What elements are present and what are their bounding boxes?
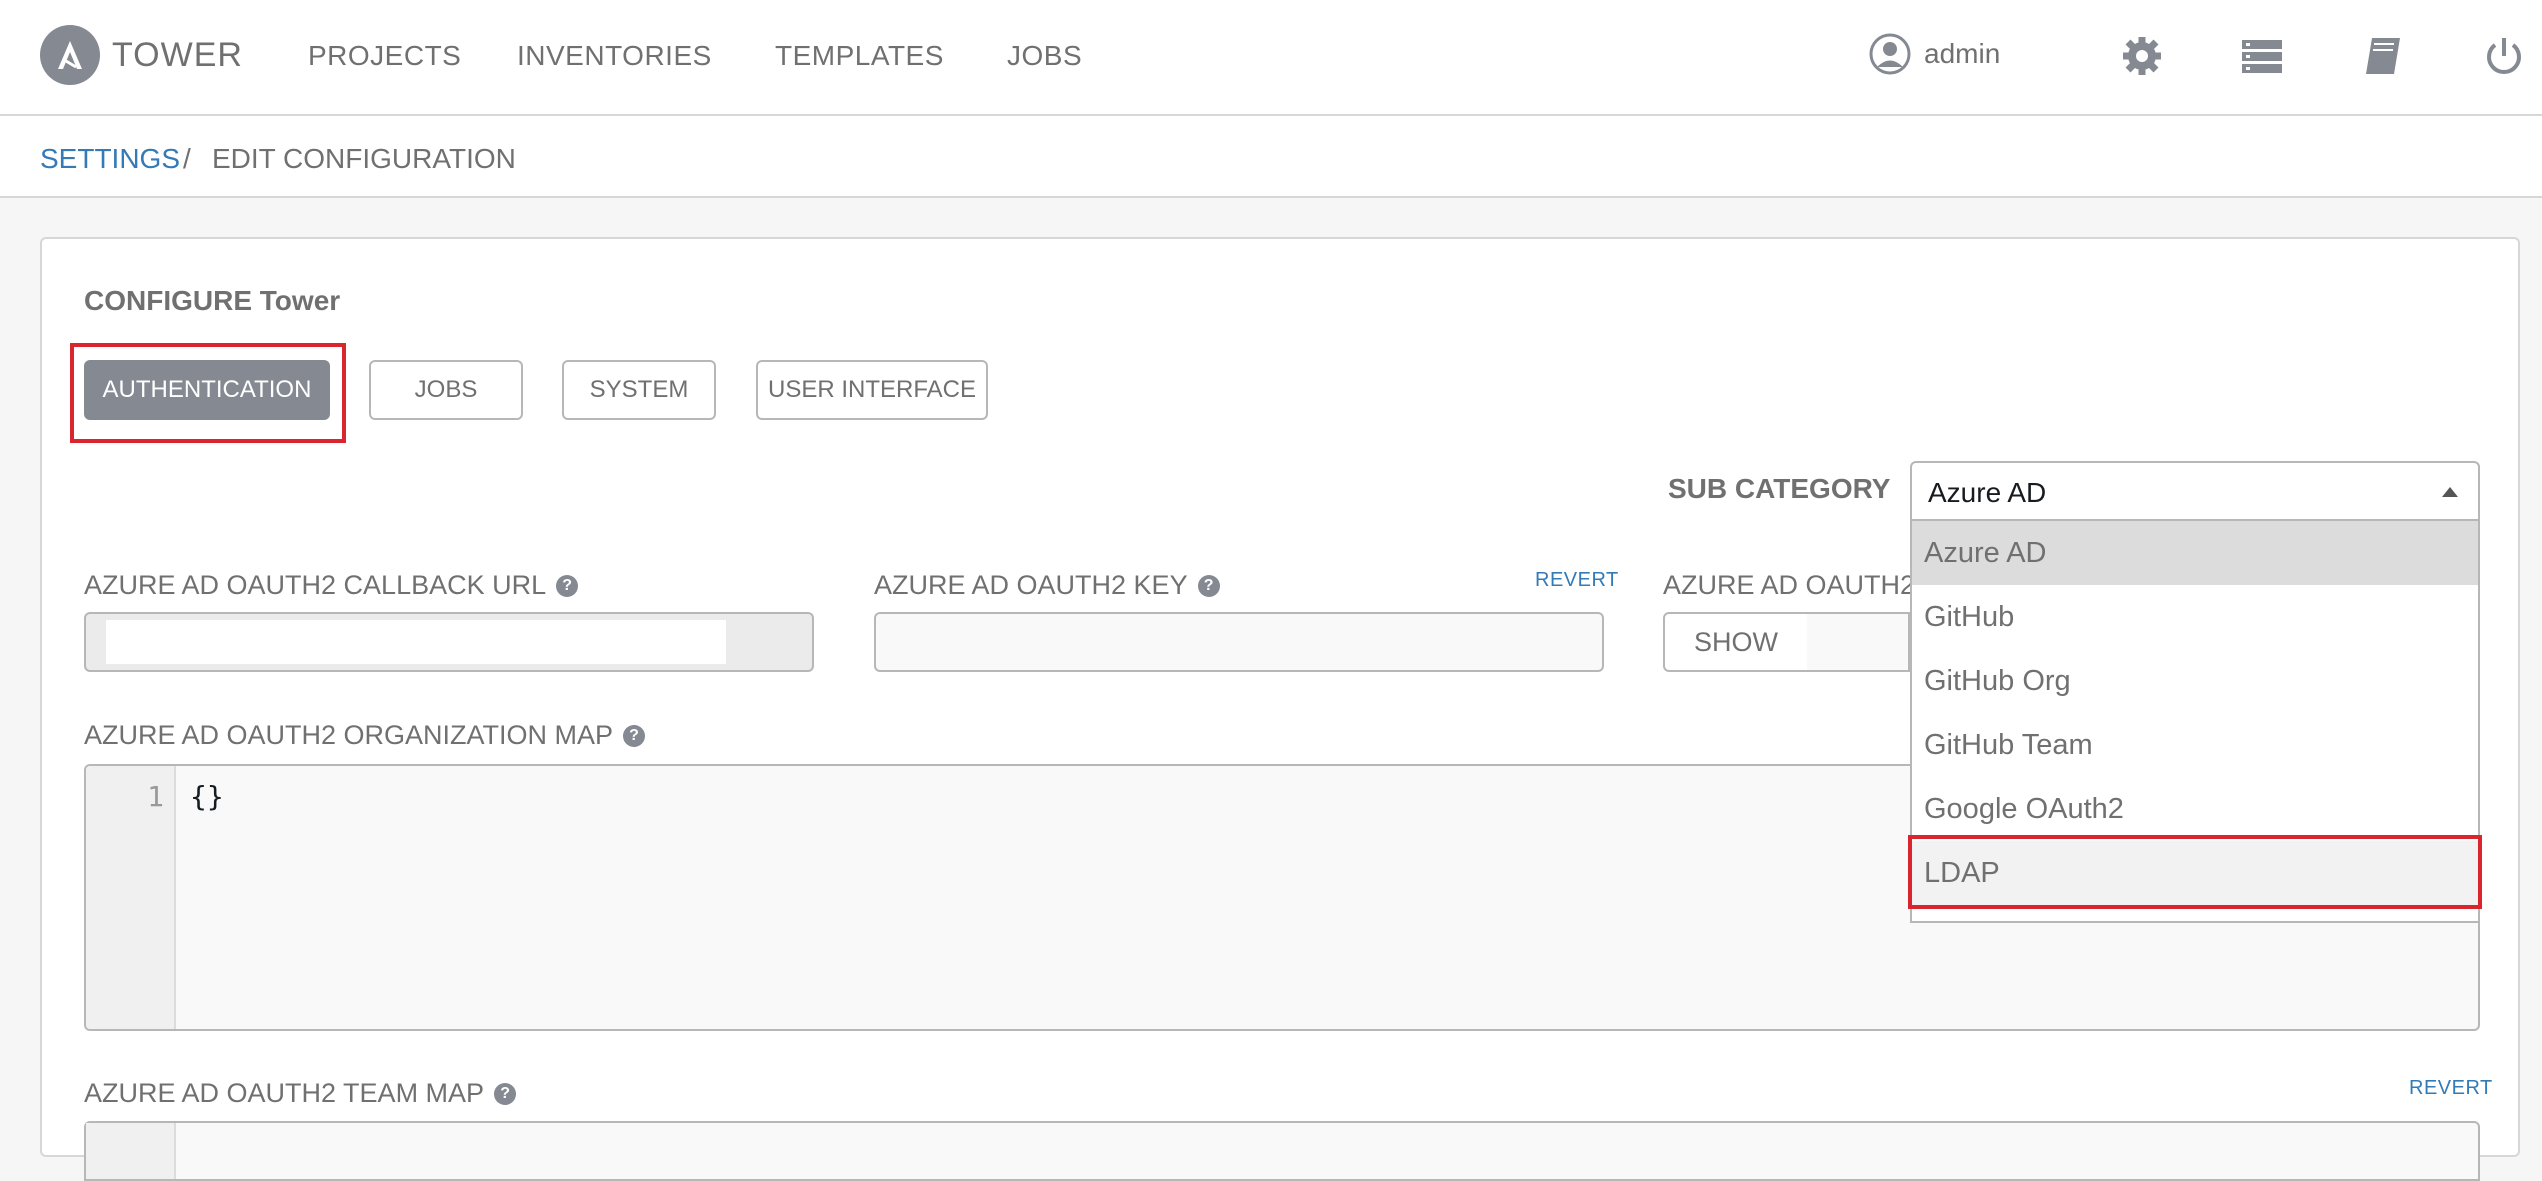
dropdown-option-google-oauth2[interactable]: Google OAuth2 — [1912, 777, 2478, 841]
top-navbar: TOWER PROJECTS INVENTORIES TEMPLATES JOB… — [0, 0, 2542, 116]
nav-projects[interactable]: PROJECTS — [308, 40, 461, 72]
breadcrumb-current: EDIT CONFIGURATION — [212, 143, 516, 174]
code-content: {} — [190, 780, 224, 813]
line-gutter — [86, 1123, 176, 1179]
user-icon — [1869, 33, 1911, 75]
tower-logo[interactable]: TOWER — [40, 25, 243, 85]
dropdown-option-github-team[interactable]: GitHub Team — [1912, 713, 2478, 777]
team-map-revert-link[interactable]: REVERT — [2409, 1077, 2493, 1100]
help-icon[interactable]: ? — [556, 574, 579, 597]
tab-user-interface[interactable]: USER INTERFACE — [756, 360, 988, 420]
callback-url-value — [106, 620, 726, 664]
oauth-key-revert-link[interactable]: REVERT — [1535, 569, 1619, 592]
tab-system[interactable]: SYSTEM — [562, 360, 716, 420]
sub-category-label: SUB CATEGORY — [1668, 473, 1891, 504]
help-icon[interactable]: ? — [494, 1082, 517, 1105]
power-logout-icon[interactable] — [2482, 34, 2526, 78]
oauth-key-label: AZURE AD OAUTH2 KEY ? — [874, 570, 1220, 601]
dropdown-option-github[interactable]: GitHub — [1912, 585, 2478, 649]
sub-category-select[interactable]: Azure AD — [1910, 461, 2480, 521]
ldap-option-highlight — [1908, 835, 2482, 909]
oauth-key-label-text: AZURE AD OAUTH2 KEY — [874, 570, 1188, 600]
line-number: 1 — [147, 780, 164, 813]
show-secret-button[interactable]: SHOW — [1663, 612, 1809, 672]
callback-url-label: AZURE AD OAUTH2 CALLBACK URL ? — [84, 570, 579, 601]
team-map-code-editor[interactable] — [84, 1121, 2480, 1181]
oauth-secret-field[interactable] — [1807, 612, 1910, 672]
callback-url-field[interactable] — [84, 612, 814, 672]
brand-name: TOWER — [112, 35, 243, 74]
nav-templates[interactable]: TEMPLATES — [775, 40, 944, 72]
breadcrumb: SETTINGS / EDIT CONFIGURATION — [0, 116, 2542, 198]
help-icon[interactable]: ? — [1197, 574, 1220, 597]
configure-panel: CONFIGURE Tower AUTHENTICATION JOBS SYST… — [40, 237, 2520, 1181]
panel-title: CONFIGURE Tower — [84, 285, 341, 316]
org-map-label-text: AZURE AD OAUTH2 ORGANIZATION MAP — [84, 720, 614, 750]
sub-category-selected-value: Azure AD — [1928, 477, 2047, 508]
line-gutter: 1 — [86, 766, 176, 1029]
dropdown-option-azure-ad[interactable]: Azure AD — [1912, 521, 2478, 585]
breadcrumb-settings-link[interactable]: SETTINGS — [40, 143, 180, 175]
user-name: admin — [1924, 38, 2001, 69]
team-map-label: AZURE AD OAUTH2 TEAM MAP ? — [84, 1078, 517, 1109]
settings-gear-icon[interactable] — [2120, 34, 2164, 78]
dropdown-option-github-org[interactable]: GitHub Org — [1912, 649, 2478, 713]
user-menu[interactable]: admin — [1868, 32, 2000, 76]
org-map-label: AZURE AD OAUTH2 ORGANIZATION MAP ? — [84, 720, 646, 751]
caret-up-icon — [2442, 487, 2458, 497]
callback-url-label-text: AZURE AD OAUTH2 CALLBACK URL — [84, 570, 547, 600]
documentation-book-icon[interactable] — [2362, 34, 2406, 78]
breadcrumb-separator: / — [183, 143, 191, 174]
tab-jobs[interactable]: JOBS — [369, 360, 523, 420]
oauth-secret-label: AZURE AD OAUTH2 S — [1663, 570, 1941, 600]
server-stack-icon[interactable] — [2240, 34, 2284, 78]
nav-jobs[interactable]: JOBS — [1007, 40, 1082, 72]
nav-inventories[interactable]: INVENTORIES — [517, 40, 712, 72]
authentication-tab-highlight — [70, 343, 346, 443]
help-icon[interactable]: ? — [623, 724, 646, 747]
team-map-label-text: AZURE AD OAUTH2 TEAM MAP — [84, 1078, 485, 1108]
oauth-key-field[interactable] — [874, 612, 1604, 672]
ansible-logo-icon — [40, 25, 100, 85]
